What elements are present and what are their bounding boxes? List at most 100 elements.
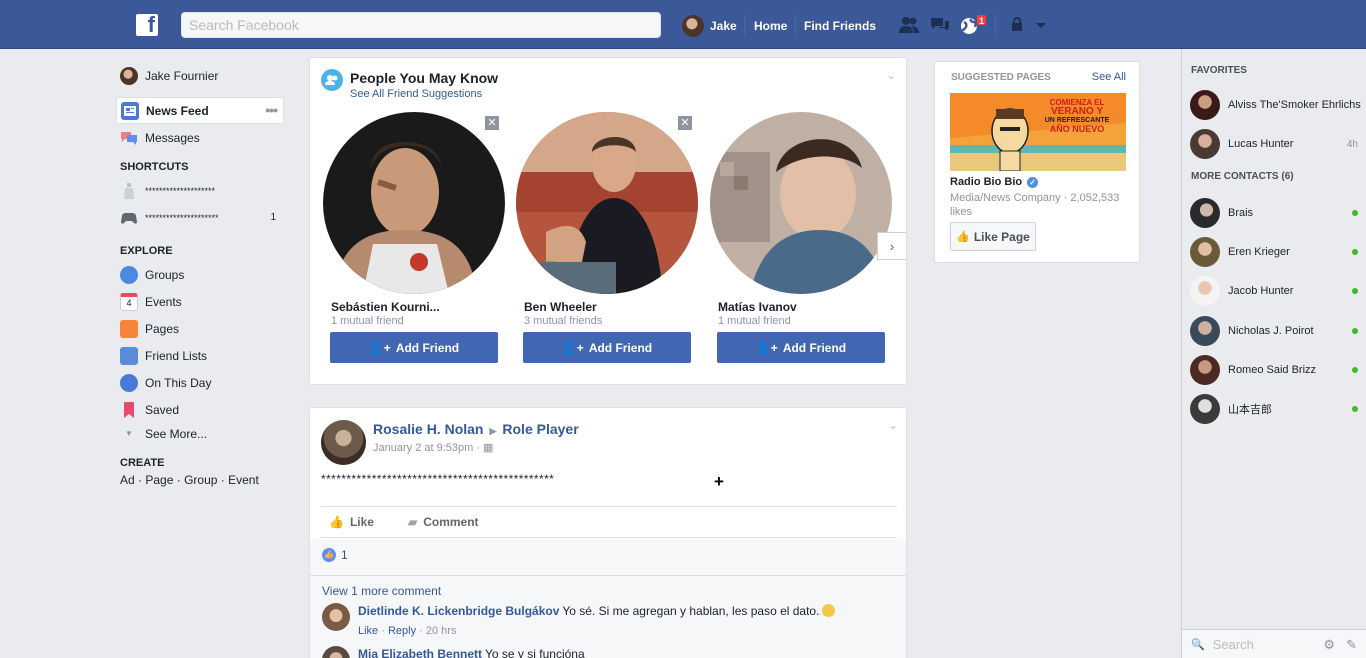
target-name[interactable]: Role Player [502, 421, 578, 437]
sidebar-item-friend-lists[interactable]: Friend Lists [116, 342, 284, 369]
add-friend-icon: 👤+ [755, 340, 778, 355]
close-icon[interactable]: ✕ [485, 116, 499, 130]
chevron-down-icon[interactable]: ⌄ [886, 68, 896, 82]
sidebar-item-saved[interactable]: Saved [116, 396, 284, 423]
author-name[interactable]: Rosalie H. Nolan [373, 421, 483, 437]
comment-author[interactable]: Mia Elizabeth Bennett [358, 647, 482, 658]
chat-contact[interactable]: Eren Krieger [1190, 237, 1364, 267]
sidebar-item-shortcut[interactable]: ********************* 1 [116, 204, 284, 231]
friend-requests-icon[interactable] [898, 16, 920, 36]
comment-like-link[interactable]: Like [358, 625, 378, 637]
add-friend-button[interactable]: 👤+ Add Friend [523, 332, 691, 363]
next-arrow-button[interactable]: › [877, 232, 906, 260]
post-timestamp: January 2 at 9:53pm · ▦ [373, 442, 494, 454]
chat-contact[interactable]: Brais [1190, 198, 1364, 228]
chat-contact[interactable]: Nicholas J. Poirot [1190, 316, 1364, 346]
add-friend-button[interactable]: 👤+ Add Friend [717, 332, 885, 363]
chat-contact[interactable]: Lucas Hunter 4h [1190, 129, 1364, 159]
pages-icon [120, 319, 138, 338]
add-friend-button[interactable]: 👤+ Add Friend [330, 332, 498, 363]
mutual-friends[interactable]: 3 mutual friends [524, 315, 602, 327]
avatar [682, 15, 704, 37]
create-ad-link[interactable]: Ad [120, 473, 135, 487]
sidebar-item-messages[interactable]: Messages [116, 124, 284, 151]
view-more-comments-link[interactable]: View 1 more comment [322, 584, 441, 598]
profile-link[interactable]: Jake [682, 15, 737, 37]
friend-suggestion: Matías Ivanov 1 mutual friend 👤+ Add Frie… [710, 112, 896, 363]
privacy-shortcuts-icon[interactable] [1008, 16, 1030, 36]
avatar[interactable] [322, 603, 350, 631]
left-sidebar: Jake Fournier News Feed ••• Messages SHO… [116, 62, 284, 487]
news-feed-post: Rosalie H. Nolan ▶ Role Player January 2 a… [309, 407, 907, 658]
person-name[interactable]: Ben Wheeler [524, 300, 597, 314]
page-cover-image[interactable]: COMIENZA EL VERANO Y UN REFRESCANTE AÑO … [950, 93, 1126, 171]
create-event-link[interactable]: Event [228, 473, 259, 487]
chat-contact[interactable]: 山本吉郎 [1190, 394, 1364, 424]
friend-suggestion: ✕ Ben Wheeler 3 mutual friends 👤+ Add Fri… [516, 112, 702, 363]
profile-photo[interactable] [710, 112, 892, 294]
comment-time[interactable]: 20 hrs [426, 625, 457, 637]
like-button[interactable]: 👍 Like [329, 515, 374, 529]
comment-author[interactable]: Dietlinde K. Lickenbridge Bulgákov [358, 604, 559, 618]
page-name[interactable]: Radio Bio Bio ✓ [950, 176, 1039, 188]
create-heading: CREATE [120, 457, 165, 469]
sidebar-item-news-feed[interactable]: News Feed ••• [116, 97, 284, 124]
cover-line: VERANO Y [1050, 106, 1104, 117]
thumbs-up-icon: 👍 [956, 231, 970, 243]
comment-button[interactable]: ▰ Comment [408, 515, 479, 529]
more-contacts-heading: MORE CONTACTS (6) [1191, 171, 1294, 182]
compose-icon[interactable]: ✎ [1346, 637, 1357, 653]
chevron-down-icon[interactable] [1030, 16, 1052, 36]
button-label: Add Friend [395, 340, 460, 355]
reactions-count[interactable]: 👍 1 [322, 548, 348, 562]
people-icon [321, 69, 343, 91]
chat-contact[interactable]: Alviss The'Smoker Ehrlichs [1190, 90, 1364, 120]
sidebar-item-label: ******************** [145, 185, 216, 196]
mutual-friends[interactable]: 1 mutual friend [331, 315, 404, 327]
mutual-friends[interactable]: 1 mutual friend [718, 315, 791, 327]
create-group-link[interactable]: Group [184, 473, 217, 487]
like-page-button[interactable]: 👍 Like Page [950, 222, 1036, 251]
comment-reply-link[interactable]: Reply [388, 625, 416, 637]
sidebar-item-see-more[interactable]: ▼ See More... [116, 423, 284, 445]
sidebar-item-label: Friend Lists [145, 348, 208, 363]
sidebar-item-shortcut[interactable]: ******************** [116, 177, 284, 204]
chat-contact[interactable]: Jacob Hunter [1190, 276, 1364, 306]
chevron-down-icon[interactable]: ⌄ [888, 418, 898, 432]
groups-icon [120, 265, 138, 284]
home-link[interactable]: Home [754, 19, 787, 33]
person-name[interactable]: Sebástien Kourni... [331, 300, 440, 314]
comment-body: Mia Elizabeth Bennett Yo se y si funcióna [358, 647, 585, 658]
avatar[interactable] [322, 646, 350, 658]
see-all-link[interactable]: See All [1092, 71, 1126, 83]
top-bar: f Search Facebook Jake Home Find Friends… [0, 0, 1366, 49]
sidebar-item-profile[interactable]: Jake Fournier [116, 62, 284, 89]
close-icon[interactable]: ✕ [678, 116, 692, 130]
sidebar-item-pages[interactable]: Pages [116, 315, 284, 342]
card-title: People You May Know [350, 70, 499, 86]
sidebar-item-on-this-day[interactable]: On This Day [116, 369, 284, 396]
find-friends-link[interactable]: Find Friends [804, 19, 876, 33]
timestamp[interactable]: January 2 at 9:53pm [373, 442, 473, 454]
more-options-icon[interactable]: ••• [265, 102, 278, 118]
sidebar-item-events[interactable]: 4 Events [116, 288, 284, 315]
online-status-icon [1352, 406, 1358, 412]
create-page-link[interactable]: Page [145, 473, 173, 487]
audience-icon[interactable]: ▦ [483, 442, 493, 454]
search-input[interactable]: Search Facebook [181, 12, 661, 38]
messages-icon[interactable] [929, 16, 951, 36]
chat-search-input[interactable]: 🔍 Search ⚙ ✎ [1182, 629, 1366, 658]
saved-icon [120, 401, 138, 419]
facebook-logo[interactable]: f [136, 12, 158, 37]
avatar [120, 66, 138, 85]
chat-contact[interactable]: Romeo Said Brizz [1190, 355, 1364, 385]
gear-icon[interactable]: ⚙ [1323, 637, 1335, 653]
see-all-suggestions-link[interactable]: See All Friend Suggestions [350, 88, 482, 100]
avatar[interactable] [321, 420, 366, 465]
emoji-icon [822, 604, 836, 617]
profile-photo[interactable] [516, 112, 698, 294]
avatar [1190, 237, 1220, 267]
person-name[interactable]: Matías Ivanov [718, 300, 797, 314]
profile-photo[interactable] [323, 112, 505, 294]
sidebar-item-groups[interactable]: Groups [116, 261, 284, 288]
